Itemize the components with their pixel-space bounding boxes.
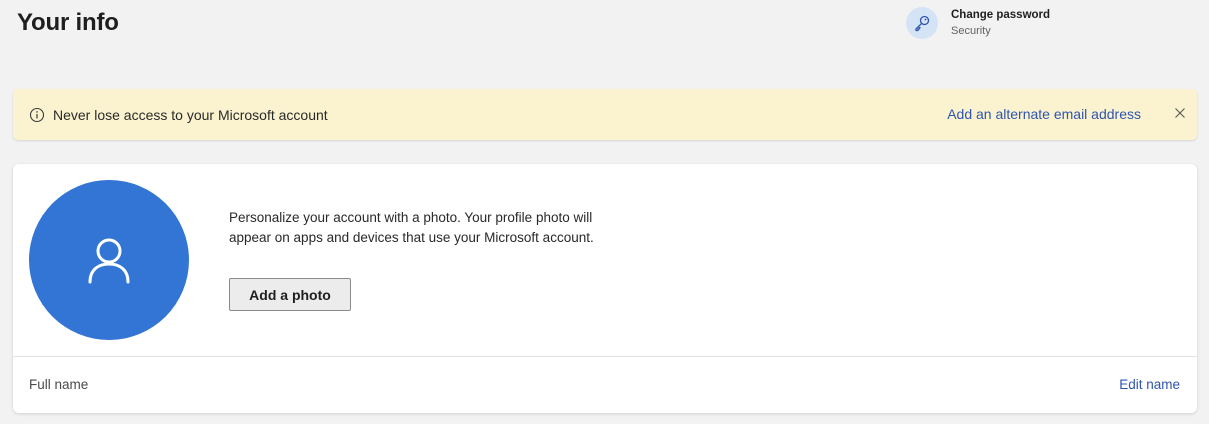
avatar [29, 180, 189, 340]
divider [13, 356, 1197, 357]
profile-card: Personalize your account with a photo. Y… [13, 164, 1197, 413]
add-alternate-email-link[interactable]: Add an alternate email address [947, 106, 1141, 122]
add-photo-button[interactable]: Add a photo [229, 278, 351, 311]
key-icon [906, 7, 938, 39]
close-icon[interactable] [1173, 106, 1187, 120]
change-password-link[interactable]: Change password Security [906, 7, 1050, 39]
photo-description: Personalize your account with a photo. Y… [229, 210, 594, 245]
banner-message: Never lose access to your Microsoft acco… [53, 106, 328, 123]
account-recovery-banner: Never lose access to your Microsoft acco… [13, 89, 1197, 140]
your-info-page: Your info Change password Security Never… [0, 0, 1209, 424]
change-password-title[interactable]: Change password [951, 7, 1050, 23]
person-icon [88, 238, 130, 284]
info-icon [29, 107, 45, 123]
full-name-label: Full name [29, 377, 89, 392]
page-title: Your info [17, 9, 119, 36]
change-password-subtitle: Security [951, 25, 991, 37]
edit-name-link[interactable]: Edit name [1119, 377, 1180, 392]
